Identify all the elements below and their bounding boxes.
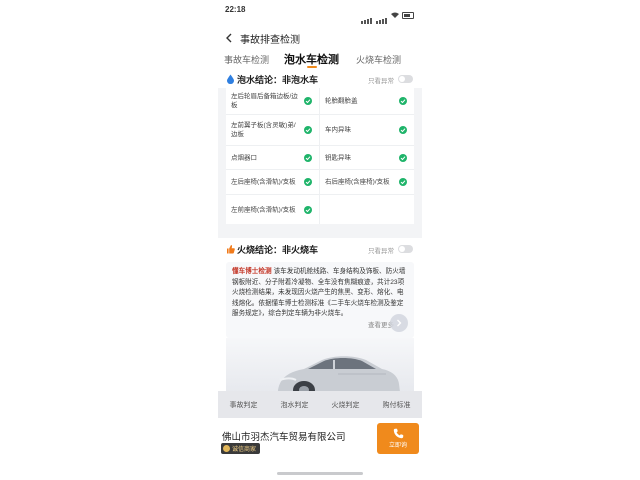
home-indicator[interactable] xyxy=(277,472,363,475)
check-item: 车内异味 xyxy=(320,115,414,146)
only-abnormal-toggle[interactable] xyxy=(398,245,413,253)
check-item-label: 左前翼子板(含灵敏)弟/边板 xyxy=(231,122,296,138)
check-icon xyxy=(399,153,407,162)
badge-label: 诚信商家 xyxy=(232,447,257,453)
check-item-label: 左前座椅(含滑轨)/支板 xyxy=(231,206,296,213)
view-more-button[interactable] xyxy=(390,314,408,332)
tab-accident-check[interactable]: 事故车检测 xyxy=(224,53,269,66)
check-item-label: 轮胎翻胎盖 xyxy=(325,97,358,105)
nav-flood-judgement[interactable]: 泡水判定 xyxy=(281,400,309,410)
check-icon xyxy=(304,97,312,105)
check-item: 左前座椅(含滑轨)/支板 xyxy=(226,195,320,224)
dealer-name[interactable]: 佛山市羽杰汽车贸易有限公司 xyxy=(222,429,346,443)
trusted-dealer-badge: 诚信商家 xyxy=(221,443,261,454)
judgement-nav: 事故判定 泡水判定 火烧判定 购付标准 xyxy=(218,391,422,418)
call-label: 立即询 xyxy=(388,443,407,449)
check-icon xyxy=(304,153,312,162)
phone-screen: 22:18 事故排查检测 事故车检测 泡水车检测 火烧车检测 泡水结论：非泡水车… xyxy=(218,0,422,480)
signal-icon xyxy=(361,6,373,24)
nav-fire-judgement[interactable]: 火烧判定 xyxy=(332,400,360,410)
thumbs-up-icon xyxy=(227,245,235,254)
check-icon xyxy=(399,97,407,105)
check-icon xyxy=(399,178,407,186)
check-item: 轮胎翻胎盖 xyxy=(320,88,414,115)
check-item: 钥匙异味 xyxy=(320,146,414,170)
car-image-icon xyxy=(278,356,400,392)
check-icon xyxy=(304,205,312,214)
water-drop-icon xyxy=(227,74,234,84)
wifi-icon xyxy=(391,12,399,18)
check-item: 点烟器口 xyxy=(226,146,320,170)
tab-fire-check[interactable]: 火烧车检测 xyxy=(356,53,401,66)
check-icon xyxy=(304,126,312,134)
check-item-label: 钥匙异味 xyxy=(325,154,351,161)
only-abnormal-toggle[interactable] xyxy=(398,75,413,83)
check-item-label: 左后轮眉后备箱边板/边板 xyxy=(231,93,298,109)
status-icons xyxy=(361,6,414,24)
check-item: 左前翼子板(含灵敏)弟/边板 xyxy=(226,115,320,146)
nav-accident-judgement[interactable]: 事故判定 xyxy=(230,400,258,410)
fire-conclusion: 火烧结论：非火烧车 xyxy=(237,245,319,255)
check-icon xyxy=(304,178,312,186)
chevron-left-icon xyxy=(225,33,231,43)
empty-cell xyxy=(320,195,414,224)
chevron-right-icon xyxy=(397,319,402,327)
phone-icon xyxy=(393,428,403,439)
flood-conclusion: 泡水结论：非泡水车 xyxy=(237,75,319,85)
medal-icon xyxy=(223,445,230,452)
battery-icon xyxy=(402,11,414,19)
flood-conclusion-row: 泡水结论：非泡水车 只看异常 xyxy=(218,70,422,88)
check-item: 右后座椅(含座椅)/支板 xyxy=(320,170,414,195)
signal-icon-2 xyxy=(376,6,388,24)
fire-conclusion-row: 火烧结论：非火烧车 只看异常 xyxy=(218,240,422,258)
fire-report: 懂车博士检测 该车发动机舱线路、车身结构及饰板、防火墙钢板附近、分子附着冷凝物、全… xyxy=(232,267,408,320)
only-abnormal-label: 只看异常 xyxy=(368,78,394,85)
check-item-label: 车内异味 xyxy=(325,126,351,134)
nav-payment-standard[interactable]: 购付标准 xyxy=(383,400,411,410)
car-photo[interactable] xyxy=(226,338,414,392)
report-brand: 懂车博士检测 xyxy=(232,268,272,275)
check-icon xyxy=(399,126,407,134)
back-button[interactable] xyxy=(221,30,235,46)
report-text: 该车发动机舱线路、车身结构及饰板、防火墙钢板附近、分子附着冷凝物、全车没有焦糊痕… xyxy=(232,268,406,317)
check-item-label: 右后座椅(含座椅)/支板 xyxy=(325,178,390,186)
status-time: 22:18 xyxy=(225,5,246,14)
call-button[interactable]: 立即询 xyxy=(377,423,419,454)
active-tab-indicator xyxy=(307,66,317,68)
check-item: 左后轮眉后备箱边板/边板 xyxy=(226,88,320,115)
tab-flood-check[interactable]: 泡水车检测 xyxy=(284,51,339,67)
page-title: 事故排查检测 xyxy=(240,35,300,46)
check-item: 左后座椅(含滑轨)/支板 xyxy=(226,170,320,195)
only-abnormal-label: 只看异常 xyxy=(368,248,394,255)
check-item-label: 点烟器口 xyxy=(231,154,257,161)
check-item-label: 左后座椅(含滑轨)/支板 xyxy=(231,178,296,186)
flood-check-grid: 左后轮眉后备箱边板/边板 轮胎翻胎盖 左前翼子板(含灵敏)弟/边板 车内异味 点… xyxy=(226,88,414,224)
